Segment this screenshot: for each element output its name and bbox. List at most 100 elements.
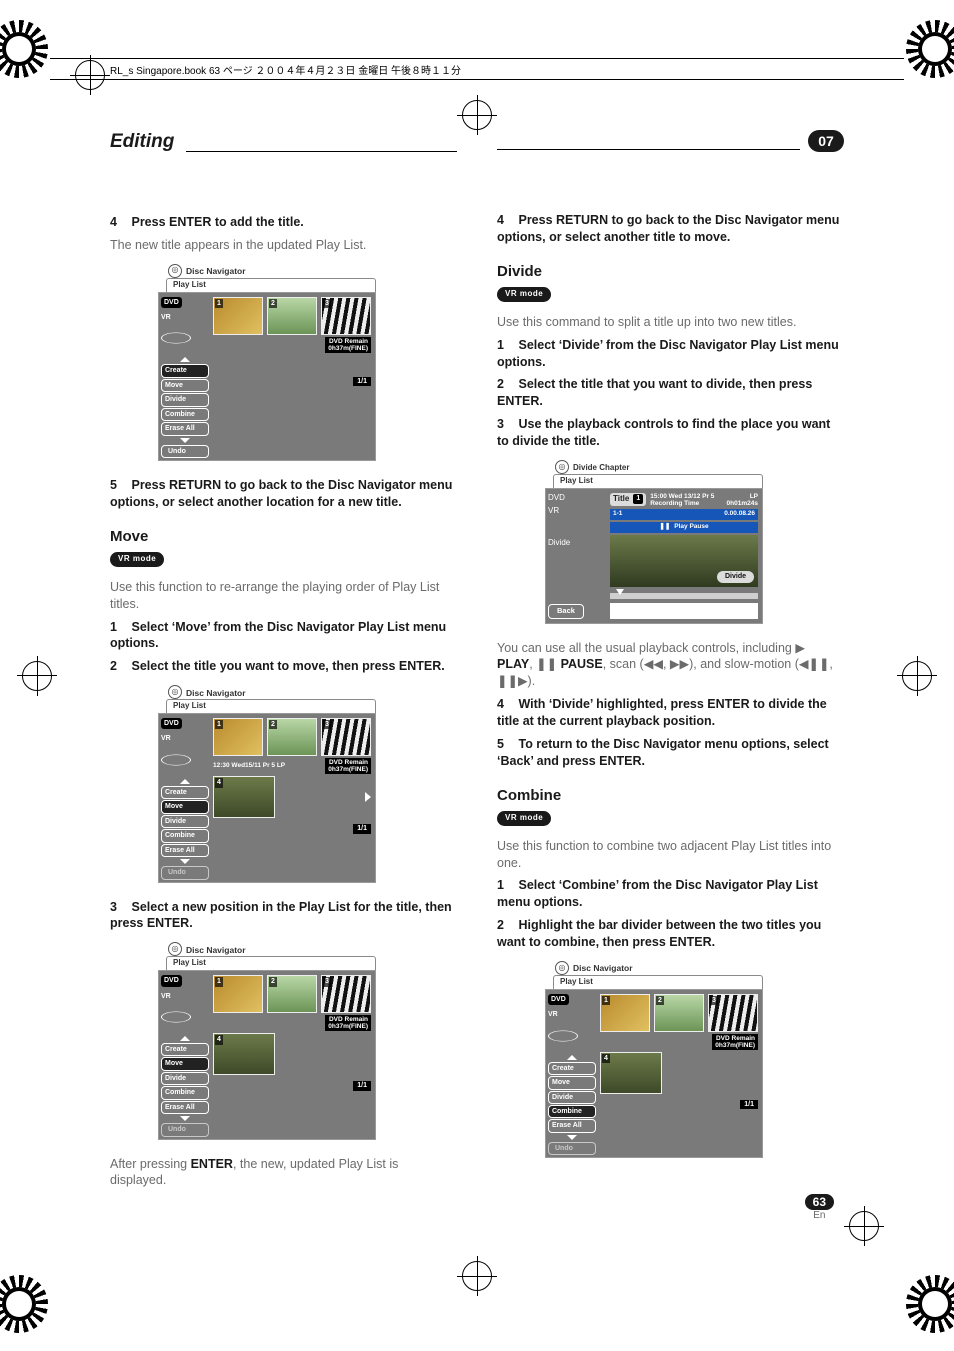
right-column: 07 4 Press RETURN to go back to the Disc… bbox=[497, 130, 844, 1271]
timeline-slider bbox=[610, 593, 758, 599]
page-number-value: 63 bbox=[805, 1194, 834, 1210]
divide-step-5: 5 To return to the Disc Navigator menu o… bbox=[497, 736, 844, 770]
play-list-tab: Play List bbox=[166, 699, 376, 713]
disc-navigator-icon: ◎ bbox=[555, 460, 569, 474]
disc-navigator-icon: ◎ bbox=[555, 961, 569, 975]
menu-down-icon bbox=[180, 438, 190, 443]
combine-step-2: 2 Highlight the bar divider between the … bbox=[497, 917, 844, 951]
vr-mode-badge: VR mode bbox=[497, 287, 551, 302]
step-5: 5 Press RETURN to go back to the Disc Na… bbox=[110, 477, 457, 511]
disc-navigator-screenshot: ◎ Disc Navigator Play List DVD VR Create… bbox=[158, 942, 376, 1139]
undo-button: Undo bbox=[548, 1142, 596, 1155]
menu-up-icon bbox=[180, 779, 190, 784]
page-indicator: 1/1 bbox=[353, 1081, 371, 1090]
thumbnail: 2 bbox=[267, 718, 317, 756]
file-header-text: RL_s Singapore.book 63 ページ ２００４年４月２３日 金曜… bbox=[110, 62, 461, 77]
divide-step-2: 2 Select the title that you want to divi… bbox=[497, 376, 844, 410]
divide-step-3: 3 Use the playback controls to find the … bbox=[497, 416, 844, 450]
crop-mark-icon bbox=[462, 100, 492, 130]
registration-mark-icon bbox=[0, 1275, 48, 1333]
thumbnail-selected: 4 bbox=[213, 776, 275, 818]
menu-divide: Divide bbox=[161, 393, 209, 406]
dvd-remain: DVD Remain 0h37m(FINE) bbox=[325, 758, 371, 774]
combine-step-1: 1 Select ‘Combine’ from the Disc Navigat… bbox=[497, 877, 844, 911]
disc-navigator-screenshot: ◎ Disc Navigator Play List DVD VR Create… bbox=[158, 685, 376, 882]
undo-button: Undo bbox=[161, 1123, 209, 1136]
status-bar: 1-1 0.00.08.26 bbox=[610, 509, 758, 520]
thumbnail: 2 bbox=[267, 975, 317, 1013]
page-number-lang: En bbox=[813, 1210, 825, 1221]
content-area: Editing 4 Press ENTER to add the title. … bbox=[110, 130, 844, 1271]
disc-navigator-icon: ◎ bbox=[168, 942, 182, 956]
move-step-2: 2 Select the title you want to move, the… bbox=[110, 658, 457, 675]
chapter-badge: 07 bbox=[808, 130, 844, 152]
divide-heading: Divide bbox=[497, 262, 844, 282]
menu-create: Create bbox=[161, 364, 209, 377]
crop-mark-icon bbox=[902, 661, 932, 691]
page-number: 63 En bbox=[805, 1194, 834, 1221]
play-icon: ▶ bbox=[795, 641, 805, 655]
preview-screen: Divide bbox=[610, 535, 758, 587]
undo-button: Undo bbox=[161, 445, 209, 458]
dvd-remain: DVD Remain 0h37m(FINE) bbox=[325, 1015, 371, 1031]
undo-button: Undo bbox=[161, 866, 209, 879]
pause-icon: ❚❚ bbox=[659, 523, 670, 532]
disc-icon bbox=[161, 1006, 191, 1028]
r-step-4: 4 Press RETURN to go back to the Disc Na… bbox=[497, 212, 844, 246]
play-list-tab: Play List bbox=[166, 956, 376, 970]
disc-navigator-screenshot: ◎ Disc Navigator Play List DVD VR Create… bbox=[545, 961, 763, 1158]
thumbnail: 3 bbox=[708, 994, 758, 1032]
framemaker-header: RL_s Singapore.book 63 ページ ２００４年４月２３日 金曜… bbox=[110, 58, 844, 80]
dvd-remain: DVD Remain 0h37m(FINE) bbox=[712, 1034, 758, 1050]
combine-heading: Combine bbox=[497, 786, 844, 806]
thumbnail: 1 bbox=[213, 718, 263, 756]
move-heading: Move bbox=[110, 527, 457, 547]
crop-mark-icon bbox=[75, 60, 105, 90]
move-step-3: 3 Select a new position in the Play List… bbox=[110, 899, 457, 933]
registration-mark-icon bbox=[906, 1275, 954, 1333]
left-column: Editing 4 Press ENTER to add the title. … bbox=[110, 130, 457, 1271]
section-bar-right: 07 bbox=[497, 130, 844, 152]
play-pause-bar: ❚❚ Play Pause bbox=[610, 522, 758, 533]
play-list-tab: Play List bbox=[166, 278, 376, 292]
menu-erase-all: Erase All bbox=[161, 422, 209, 435]
chevron-right-icon bbox=[365, 792, 371, 802]
thumbnail: 1 bbox=[213, 297, 263, 335]
detail-line: 12:30 Wed15/11 Pr 5 LP bbox=[213, 762, 285, 771]
divide-step-1: 1 Select ‘Divide’ from the Disc Navigato… bbox=[497, 337, 844, 371]
menu-down-icon bbox=[180, 859, 190, 864]
vr-mode-badge: VR mode bbox=[110, 552, 164, 567]
disc-navigator-icon: ◎ bbox=[168, 264, 182, 278]
thumbnail-selected: 4 bbox=[600, 1052, 662, 1094]
menu-combine: Combine bbox=[161, 408, 209, 421]
registration-mark-icon bbox=[0, 20, 48, 78]
step-4: 4 Press ENTER to add the title. bbox=[110, 214, 457, 231]
vr-label: VR bbox=[161, 313, 209, 322]
step-4-subtext: The new title appears in the updated Pla… bbox=[110, 237, 457, 254]
vr-mode-badge: VR mode bbox=[497, 811, 551, 826]
move-after: After pressing ENTER, the new, updated P… bbox=[110, 1156, 457, 1190]
disc-icon bbox=[548, 1025, 578, 1047]
disc-icon bbox=[161, 327, 191, 349]
dvd-remain: DVD Remain 0h37m(FINE) bbox=[325, 337, 371, 353]
menu-move: Move bbox=[161, 379, 209, 392]
disc-navigator-icon: ◎ bbox=[168, 685, 182, 699]
side-divide: Divide bbox=[548, 538, 604, 549]
back-button: Back bbox=[548, 604, 584, 618]
page-indicator: 1/1 bbox=[353, 824, 371, 833]
page: RL_s Singapore.book 63 ページ ２００４年４月２３日 金曜… bbox=[0, 0, 954, 1351]
move-step-1: 1 Select ‘Move’ from the Disc Navigator … bbox=[110, 619, 457, 653]
play-list-tab: Play List bbox=[553, 474, 763, 488]
section-title: Editing bbox=[110, 129, 186, 155]
thumbnail: 3 bbox=[321, 975, 371, 1013]
page-indicator: 1/1 bbox=[353, 377, 371, 386]
thumbnail: 2 bbox=[654, 994, 704, 1032]
divide-intro: Use this command to split a title up int… bbox=[497, 314, 844, 331]
thumbnail: 3 bbox=[321, 718, 371, 756]
combine-intro: Use this function to combine two adjacen… bbox=[497, 838, 844, 872]
thumbnail: 2 bbox=[267, 297, 317, 335]
menu-up-icon bbox=[180, 357, 190, 362]
thumbnail: 1 bbox=[213, 975, 263, 1013]
divide-note: You can use all the usual playback contr… bbox=[497, 640, 844, 691]
move-intro: Use this function to re-arrange the play… bbox=[110, 579, 457, 613]
